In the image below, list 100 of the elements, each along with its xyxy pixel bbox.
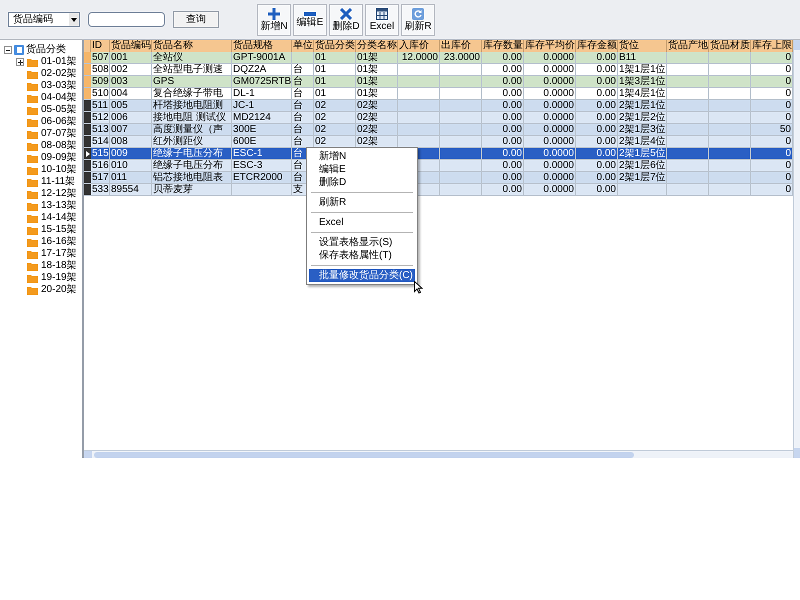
tree-item[interactable]: 01-01架 xyxy=(41,56,77,68)
table-cell: 0 xyxy=(785,52,791,63)
tree-item[interactable]: 08-08架 xyxy=(41,140,77,152)
table-cell: 0.0000 xyxy=(543,100,574,111)
table-cell: 0.00 xyxy=(596,136,616,147)
table-cell: 2架1层6位 xyxy=(619,160,666,171)
table-cell: 510 xyxy=(92,88,109,99)
table-cell: 01 xyxy=(315,64,326,75)
table-row[interactable]: 511 005 杆塔接地电阻测 JC-1 台 02 02架 0.00 0.0000 0.00 2架1层1位 0 xyxy=(84,100,793,112)
tree-item[interactable]: 06-06架 xyxy=(41,116,77,128)
tree-item[interactable]: 14-14架 xyxy=(41,212,77,224)
tree-item[interactable]: 09-09架 xyxy=(41,152,77,164)
folder-icon xyxy=(27,58,38,66)
vertical-scrollbar[interactable] xyxy=(793,40,800,458)
table-cell: 02架 xyxy=(357,124,378,135)
folder-icon xyxy=(27,106,38,114)
close-icon xyxy=(340,8,352,20)
table-cell: 全站仪 xyxy=(153,52,183,63)
table-cell: GPS xyxy=(153,76,174,87)
table-cell: 006 xyxy=(111,112,128,123)
tree-item[interactable]: 18-18架 xyxy=(41,260,77,272)
menu-item[interactable]: Excel xyxy=(309,216,415,229)
table-cell: 004 xyxy=(111,88,128,99)
add-toolbar-button[interactable]: 新增N xyxy=(257,4,291,36)
table-cell: 011 xyxy=(111,172,127,183)
table-cell: 01架 xyxy=(357,88,378,99)
expand-icon[interactable] xyxy=(16,58,24,66)
menu-item[interactable]: 新增N xyxy=(309,150,415,163)
horizontal-scrollbar[interactable] xyxy=(84,450,793,458)
tree-item[interactable]: 15-15架 xyxy=(41,224,77,236)
tree-item[interactable]: 07-07架 xyxy=(41,128,77,140)
table-cell: 0.00 xyxy=(502,100,522,111)
table-cell: 台 xyxy=(293,100,303,111)
table-row[interactable]: 509 003 GPS GM0725RTB 台 01 01架 0.00 0.0000 0.00 1架3层1位 0 xyxy=(84,76,793,88)
delete-toolbar-button[interactable]: 删除D xyxy=(329,4,363,36)
search-by-dropdown[interactable]: 货品编码 xyxy=(8,12,80,27)
table-cell: 台 xyxy=(293,112,303,123)
edit-toolbar-button[interactable]: 编辑E xyxy=(293,4,327,36)
table-cell: 0.00 xyxy=(596,124,616,135)
table-cell: 007 xyxy=(111,124,128,135)
table-cell: 0.0000 xyxy=(543,64,574,75)
table-cell: 0.00 xyxy=(596,148,616,159)
table-cell: 512 xyxy=(92,112,109,123)
table-cell: 0.00 xyxy=(502,88,522,99)
menu-item[interactable]: 保存表格属性(T) xyxy=(309,249,415,262)
tree-item[interactable]: 05-05架 xyxy=(41,104,77,116)
menu-item[interactable]: 批量修改货品分类(C) xyxy=(309,269,415,282)
table-cell: 0.00 xyxy=(502,172,522,183)
table-cell: 0.00 xyxy=(596,64,616,75)
tree-item[interactable]: 20-20架 xyxy=(41,284,77,296)
table-cell: 0.0000 xyxy=(543,124,574,135)
tree-item[interactable]: 11-11架 xyxy=(41,176,76,188)
table-cell: 02 xyxy=(315,112,326,123)
tree-item[interactable]: 12-12架 xyxy=(41,188,77,200)
tree-item[interactable]: 03-03架 xyxy=(41,80,77,92)
refresh-toolbar-button[interactable]: 刷新R xyxy=(401,4,435,36)
table-cell: 1架4层1位 xyxy=(619,88,666,99)
table-cell: 台 xyxy=(293,160,303,171)
table-cell: 008 xyxy=(111,136,128,147)
tree-item[interactable]: 19-19架 xyxy=(41,272,77,284)
tree-item[interactable]: 16-16架 xyxy=(41,236,77,248)
table-cell: 01架 xyxy=(357,52,378,63)
plus-icon xyxy=(268,8,280,20)
folder-icon xyxy=(27,202,38,210)
tree-item[interactable]: 货品分类 xyxy=(26,44,66,56)
table-cell: DQZ2A xyxy=(233,64,266,75)
table-cell: 0.00 xyxy=(596,100,616,111)
collapse-icon[interactable] xyxy=(4,46,12,54)
table-row[interactable]: 507 001 全站仪 GPT-9001A 01 01架 12.0000 23.0000 0.00 0.0000 0.00 B11 0 xyxy=(84,52,793,64)
tree-item[interactable]: 04-04架 xyxy=(41,92,77,104)
table-cell: 01 xyxy=(315,88,326,99)
table-cell: 010 xyxy=(111,160,128,171)
tree-item[interactable]: 13-13架 xyxy=(41,200,77,212)
table-cell: 0 xyxy=(785,112,791,123)
table-cell: 516 xyxy=(92,160,109,171)
folder-icon xyxy=(27,214,38,222)
query-button[interactable]: 查询 xyxy=(173,11,219,28)
tree-item[interactable]: 02-02架 xyxy=(41,68,77,80)
table-cell: 0.0000 xyxy=(543,88,574,99)
table-cell: 台 xyxy=(293,64,303,75)
folder-icon xyxy=(27,130,38,138)
folder-icon xyxy=(27,154,38,162)
table-row[interactable]: 514 008 红外测距仪 600E 台 02 02架 0.00 0.0000 0.00 2架1层4位 0 xyxy=(84,136,793,148)
table-row[interactable]: 508 002 全站型电子测速 DQZ2A 台 01 01架 0.00 0.0000 0.00 1架1层1位 0 xyxy=(84,64,793,76)
table-cell: 12.0000 xyxy=(402,52,438,63)
table-cell: 2架1层1位 xyxy=(619,100,666,111)
folder-icon xyxy=(27,82,38,90)
table-row[interactable]: 512 006 接地电阻 测试仪 MD2124 台 02 02架 0.00 0.0000 0.00 2架1层2位 0 xyxy=(84,112,793,124)
excel-toolbar-button[interactable]: Excel xyxy=(365,4,399,36)
table-cell: 杆塔接地电阻测 xyxy=(153,100,223,111)
folder-icon xyxy=(27,274,38,282)
table-cell: 2架1层4位 xyxy=(619,136,666,147)
menu-item[interactable]: 刷新R xyxy=(309,196,415,209)
table-cell: 0.00 xyxy=(596,160,616,171)
table-row[interactable]: 510 004 复合绝缘子带电 DL-1 台 01 01架 0.00 0.0000 0.00 1架4层1位 0 xyxy=(84,88,793,100)
menu-item[interactable]: 设置表格显示(S) xyxy=(309,236,415,249)
tree-item[interactable]: 10-10架 xyxy=(41,164,77,176)
search-field[interactable] xyxy=(88,12,165,27)
table-cell: B11 xyxy=(619,52,636,63)
tree-item[interactable]: 17-17架 xyxy=(41,248,77,260)
